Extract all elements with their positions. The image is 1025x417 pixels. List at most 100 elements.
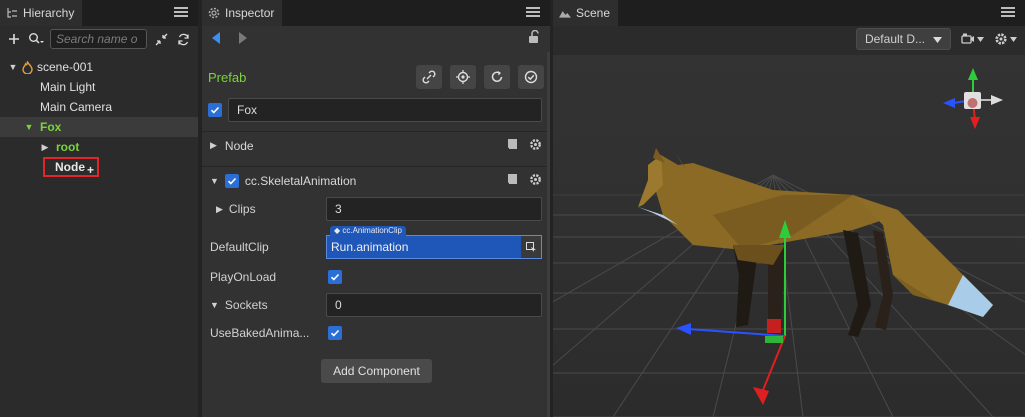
component-title: cc.SkeletalAnimation <box>244 173 357 188</box>
search-placeholder: Search name o <box>56 32 138 46</box>
clips-row: ▶ Clips 3 <box>210 197 542 221</box>
revert-prefab-button[interactable] <box>484 65 510 89</box>
defaultclip-value: Run.animation <box>331 240 409 254</box>
add-component-label: Add Component <box>333 364 420 378</box>
hierarchy-menu-icon[interactable] <box>174 5 188 19</box>
usebaked-row: UseBakedAnima... <box>210 321 542 345</box>
sockets-row: ▼ Sockets 0 <box>210 293 542 317</box>
tree-item-fox[interactable]: ▼ Fox <box>0 117 198 137</box>
node-name-input[interactable]: Fox <box>228 98 542 122</box>
tree-item-label: Fox <box>40 120 62 134</box>
asset-type-tag: ◆ cc.AnimationClip <box>330 226 406 236</box>
playonload-checkbox[interactable] <box>328 269 342 284</box>
apply-prefab-button[interactable] <box>518 65 544 89</box>
clips-label: Clips <box>228 202 256 216</box>
gizmo-gear-icon[interactable] <box>994 32 1017 46</box>
hierarchy-icon <box>6 7 18 19</box>
node-section-title: Node <box>224 138 254 153</box>
add-node-button[interactable] <box>6 31 22 47</box>
usebaked-label: UseBakedAnima... <box>210 326 310 340</box>
sockets-label: Sockets <box>224 298 268 312</box>
tree-item-root[interactable]: ▶ root <box>0 137 198 157</box>
tree-item-node[interactable]: Node + <box>0 157 198 177</box>
refresh-icon[interactable] <box>175 31 191 47</box>
tab-inspector[interactable]: Inspector <box>202 0 283 26</box>
chevron-down-icon <box>933 32 942 46</box>
camera-settings-icon[interactable] <box>961 33 984 45</box>
collapsed-arrow-icon[interactable]: ▶ <box>210 140 217 151</box>
inspector-menu-icon[interactable] <box>526 5 540 19</box>
tree-item-scene[interactable]: ▼ scene-001 <box>0 57 198 77</box>
collapse-all-icon[interactable] <box>153 31 169 47</box>
settings-gear-icon[interactable] <box>529 138 542 154</box>
unlink-prefab-button[interactable] <box>416 65 442 89</box>
tree-item-label: scene-001 <box>37 60 94 74</box>
camera-dropdown[interactable]: Default D... <box>855 28 951 50</box>
expand-arrow-icon[interactable]: ▼ <box>24 122 34 132</box>
scene-menu-icon[interactable] <box>1001 5 1015 19</box>
playonload-row: PlayOnLoad <box>210 265 542 289</box>
usebaked-checkbox[interactable] <box>328 325 342 340</box>
asset-type-label: cc.AnimationClip <box>342 226 402 235</box>
inspector-panel: Inspector Prefab Fox ▶ Node ▼ cc.Skeleta… <box>202 0 550 417</box>
back-arrow-icon[interactable] <box>212 32 221 47</box>
tree-item-label: Node <box>55 160 85 174</box>
scene-render <box>553 55 1025 417</box>
tree-item-main-light[interactable]: Main Light <box>0 77 198 97</box>
scene-toolbar: Default D... <box>553 26 1025 52</box>
playonload-label: PlayOnLoad <box>210 270 277 284</box>
drop-add-icon: + <box>86 163 94 177</box>
expand-arrow-icon[interactable]: ▼ <box>8 62 18 72</box>
expand-arrow-icon[interactable]: ▼ <box>210 176 219 186</box>
search-input[interactable]: Search name o <box>50 29 147 49</box>
tab-hierarchy-label: Hierarchy <box>23 6 75 20</box>
settings-gear-icon[interactable] <box>529 173 542 189</box>
scene-flame-icon <box>20 60 34 74</box>
camera-dropdown-value: Default D... <box>864 32 925 46</box>
tree-item-label: Main Light <box>40 80 96 94</box>
unlock-icon[interactable] <box>528 29 540 46</box>
node-active-checkbox[interactable] <box>208 103 222 117</box>
locate-prefab-button[interactable] <box>450 65 476 89</box>
tab-inspector-label: Inspector <box>225 6 275 20</box>
tree-item-main-camera[interactable]: Main Camera <box>0 97 198 117</box>
hierarchy-panel: Hierarchy Search name o ▼ scene-001 Main… <box>0 0 198 417</box>
scene-panel: Scene Default D... <box>553 0 1025 417</box>
hierarchy-toolbar: Search name o <box>0 26 198 52</box>
tab-hierarchy[interactable]: Hierarchy <box>0 0 83 26</box>
collapsed-arrow-icon[interactable]: ▶ <box>40 142 50 153</box>
node-name-row: Fox <box>208 97 542 123</box>
gear-icon <box>208 7 220 19</box>
node-section-header[interactable]: ▶ Node <box>202 131 550 159</box>
dragged-node-highlight[interactable]: Node + <box>43 157 99 177</box>
add-component-button[interactable]: Add Component <box>321 359 432 383</box>
help-book-icon[interactable] <box>506 173 519 188</box>
hierarchy-tabbar: Hierarchy <box>0 0 198 26</box>
forward-arrow-icon[interactable] <box>238 32 247 47</box>
tab-scene-label: Scene <box>576 6 611 20</box>
defaultclip-label: DefaultClip <box>210 240 269 254</box>
inspector-nav <box>210 29 542 48</box>
collapsed-arrow-icon[interactable]: ▶ <box>216 204 223 215</box>
component-enabled-checkbox[interactable] <box>224 173 239 188</box>
sockets-count-value: 0 <box>335 298 342 312</box>
mountain-icon <box>559 7 571 19</box>
expand-arrow-icon[interactable]: ▼ <box>210 300 219 310</box>
scene-tabbar: Scene <box>553 0 1025 26</box>
clips-count-input[interactable]: 3 <box>326 197 542 221</box>
inspector-scrollbar[interactable] <box>547 52 550 417</box>
defaultclip-asset-field[interactable]: ◆ cc.AnimationClip Run.animation <box>326 226 542 259</box>
search-filter-icon[interactable] <box>28 31 44 47</box>
clips-count-value: 3 <box>335 202 342 216</box>
scene-viewport[interactable] <box>553 55 1025 417</box>
tree-item-label: Main Camera <box>40 100 113 114</box>
tab-scene[interactable]: Scene <box>553 0 619 26</box>
defaultclip-row: DefaultClip ◆ cc.AnimationClip Run.anima… <box>210 226 542 259</box>
prefab-label: Prefab <box>208 69 247 85</box>
asset-picker-icon[interactable] <box>521 236 541 258</box>
hierarchy-tree: ▼ scene-001 Main Light Main Camera ▼ Fox… <box>0 57 198 177</box>
skeletal-animation-section-header[interactable]: ▼ cc.SkeletalAnimation <box>202 166 550 194</box>
node-name-value: Fox <box>237 103 258 117</box>
sockets-count-input[interactable]: 0 <box>326 293 542 317</box>
help-book-icon[interactable] <box>506 138 519 153</box>
